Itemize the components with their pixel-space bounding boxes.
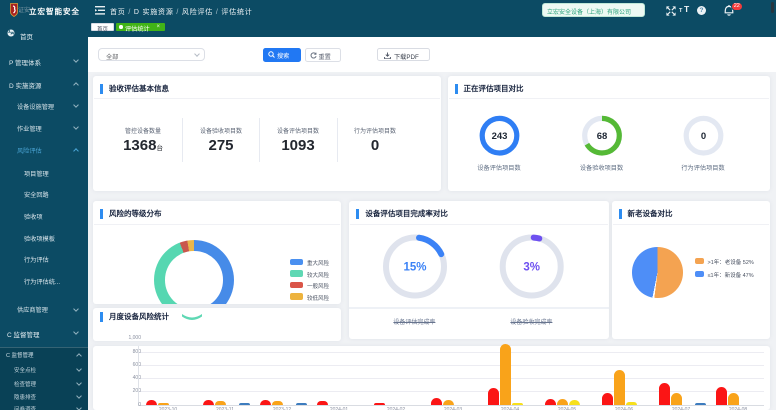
svg-text:15%: 15% bbox=[404, 262, 427, 274]
svg-text:0: 0 bbox=[700, 131, 705, 142]
svg-text:243: 243 bbox=[491, 131, 507, 142]
svg-text:3%: 3% bbox=[524, 262, 541, 274]
svg-text:68: 68 bbox=[596, 131, 607, 142]
